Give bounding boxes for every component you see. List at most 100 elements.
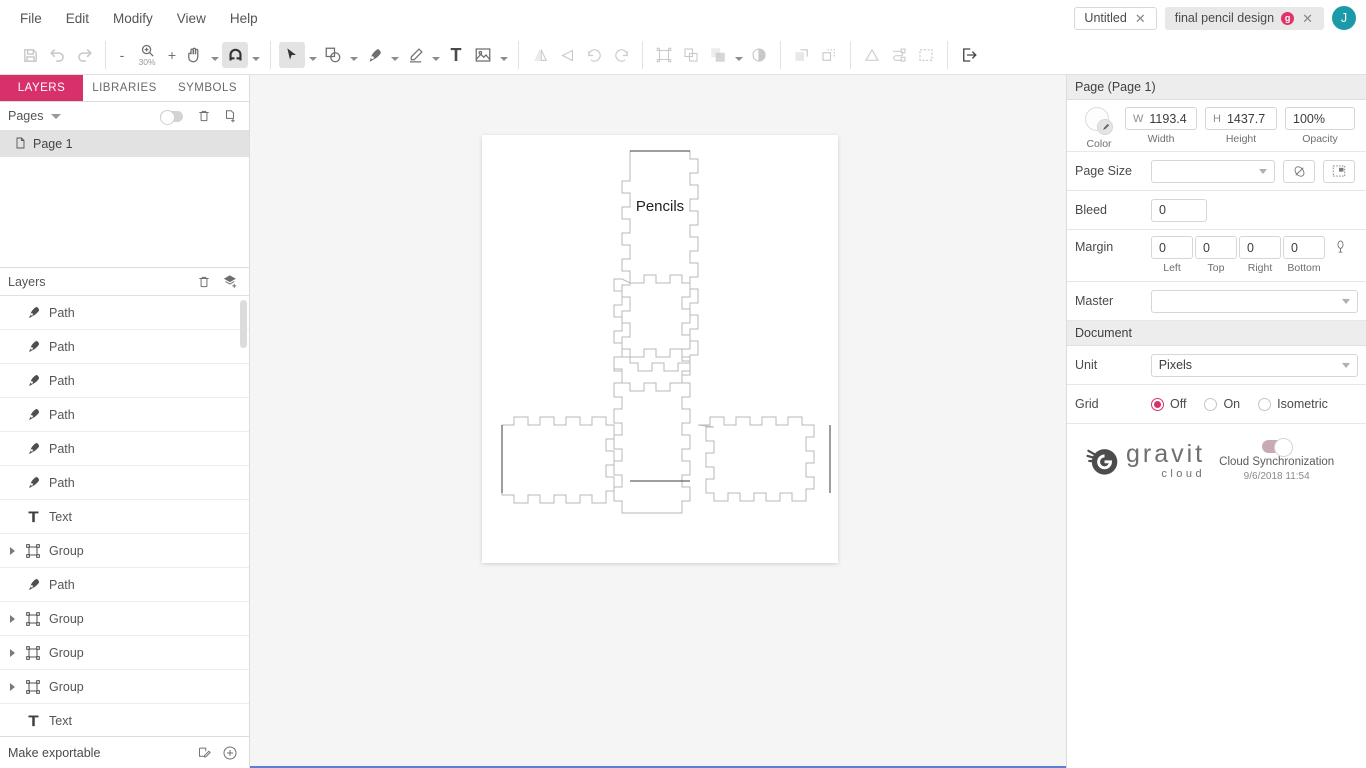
shape-icon[interactable] xyxy=(320,42,346,68)
pencil-dropdown-caret-icon[interactable] xyxy=(429,42,442,68)
pointer-icon[interactable] xyxy=(279,42,305,68)
flip-vertical-icon[interactable] xyxy=(554,42,580,68)
fit-to-selection-button[interactable] xyxy=(1323,159,1355,183)
page-size-select[interactable] xyxy=(1151,159,1275,183)
unit-select[interactable]: Pixels xyxy=(1150,353,1358,377)
grid-option-isometric[interactable]: Isometric xyxy=(1258,397,1328,411)
tab-untitled-close-icon[interactable]: ✕ xyxy=(1134,12,1147,25)
layer-row[interactable]: Text xyxy=(0,704,249,736)
page-orientation-button[interactable] xyxy=(1283,159,1315,183)
delete-layer-icon[interactable] xyxy=(193,271,215,293)
export-icon[interactable] xyxy=(956,42,982,68)
bring-forward-icon[interactable] xyxy=(789,42,815,68)
pen-dropdown-caret-icon[interactable] xyxy=(388,42,401,68)
margin-bottom-input[interactable]: 0 xyxy=(1283,236,1325,259)
cloud-sync-toggle[interactable] xyxy=(1261,438,1293,457)
text-tool-icon[interactable]: T xyxy=(443,42,469,68)
pen-icon[interactable] xyxy=(361,42,387,68)
page-color-control[interactable]: Color xyxy=(1075,107,1123,150)
rotate-ccw-icon[interactable] xyxy=(581,42,607,68)
grid-option-on[interactable]: On xyxy=(1204,397,1240,411)
expand-arrow-icon[interactable] xyxy=(4,614,20,623)
flip-horizontal-icon[interactable] xyxy=(527,42,553,68)
layer-row[interactable]: Path xyxy=(0,466,249,500)
link-icon[interactable] xyxy=(1333,236,1348,257)
menu-help[interactable]: Help xyxy=(220,6,268,31)
tab-symbols[interactable]: SYMBOLS xyxy=(166,75,249,101)
zoom-out-button[interactable]: - xyxy=(114,42,130,68)
menu-file[interactable]: File xyxy=(10,6,52,31)
layer-list[interactable]: Path Path Path Path Path Path Text Group Path Gro… xyxy=(0,296,249,736)
eyedropper-icon[interactable] xyxy=(1097,119,1113,135)
zoom-level-control[interactable]: 30% xyxy=(131,43,163,67)
snap-dropdown-caret-icon[interactable] xyxy=(249,42,262,68)
layer-row[interactable]: Group xyxy=(0,636,249,670)
layer-row[interactable]: Path xyxy=(0,296,249,330)
tab-libraries[interactable]: LIBRARIES xyxy=(83,75,166,101)
magnet-icon[interactable] xyxy=(222,42,248,68)
master-select[interactable] xyxy=(1150,289,1358,313)
margin-top-input[interactable]: 0 xyxy=(1195,236,1237,259)
zoom-in-button[interactable]: + xyxy=(164,42,180,68)
layer-row[interactable]: Path xyxy=(0,432,249,466)
tab-layers[interactable]: LAYERS xyxy=(0,75,83,101)
hand-icon[interactable] xyxy=(181,42,207,68)
image-icon[interactable] xyxy=(470,42,496,68)
layer-row[interactable]: Path xyxy=(0,398,249,432)
rotate-cw-icon[interactable] xyxy=(608,42,634,68)
slice-icon[interactable] xyxy=(913,42,939,68)
layer-row[interactable]: Path xyxy=(0,568,249,602)
layer-row[interactable]: Group xyxy=(0,534,249,568)
layer-row[interactable]: Group xyxy=(0,670,249,704)
image-dropdown-caret-icon[interactable] xyxy=(497,42,510,68)
tab-final-pencil-design-close-icon[interactable]: ✕ xyxy=(1301,12,1314,25)
color-swatch[interactable] xyxy=(1085,107,1113,135)
boolean-dropdown-caret-icon[interactable] xyxy=(732,42,745,68)
add-page-icon[interactable] xyxy=(219,105,241,127)
page-height-input[interactable]: H 1437.7 xyxy=(1205,107,1277,130)
layer-list-scrollbar[interactable] xyxy=(240,300,247,348)
pointer-dropdown-caret-icon[interactable] xyxy=(306,42,319,68)
canvas-area[interactable]: Pencils xyxy=(250,75,1066,768)
menu-view[interactable]: View xyxy=(167,6,216,31)
hand-dropdown-caret-icon[interactable] xyxy=(208,42,221,68)
mask-icon[interactable] xyxy=(746,42,772,68)
layer-row[interactable]: Group xyxy=(0,602,249,636)
layer-row[interactable]: Text xyxy=(0,500,249,534)
send-backward-icon[interactable] xyxy=(816,42,842,68)
page-opacity-input[interactable]: 100% xyxy=(1285,107,1355,130)
plus-circle-icon[interactable] xyxy=(219,742,241,764)
path-ops-icon[interactable] xyxy=(886,42,912,68)
tab-untitled[interactable]: Untitled ✕ xyxy=(1074,6,1157,30)
pencil-icon[interactable] xyxy=(402,42,428,68)
layer-row[interactable]: Path xyxy=(0,364,249,398)
redo-icon[interactable] xyxy=(71,42,97,68)
avatar[interactable]: J xyxy=(1332,6,1356,30)
tab-final-pencil-design[interactable]: final pencil design g ✕ xyxy=(1164,6,1324,30)
save-icon[interactable] xyxy=(17,42,43,68)
bleed-input[interactable]: 0 xyxy=(1151,198,1207,222)
shape-dropdown-caret-icon[interactable] xyxy=(347,42,360,68)
expand-arrow-icon[interactable] xyxy=(4,546,20,555)
grid-option-off[interactable]: Off xyxy=(1151,397,1186,411)
convert-to-path-icon[interactable] xyxy=(859,42,885,68)
pages-collapse-caret-icon[interactable] xyxy=(51,113,62,119)
margin-left-input[interactable]: 0 xyxy=(1151,236,1193,259)
group-icon[interactable] xyxy=(651,42,677,68)
ungroup-icon[interactable] xyxy=(678,42,704,68)
page-width-input[interactable]: W 1193.4 xyxy=(1125,107,1197,130)
delete-page-icon[interactable] xyxy=(193,105,215,127)
add-layer-icon[interactable] xyxy=(219,271,241,293)
margin-right-input[interactable]: 0 xyxy=(1239,236,1281,259)
menu-edit[interactable]: Edit xyxy=(56,6,99,31)
page-row-page-1[interactable]: Page 1 xyxy=(0,131,249,157)
undo-icon[interactable] xyxy=(44,42,70,68)
boolean-icon[interactable] xyxy=(705,42,731,68)
pages-visibility-toggle[interactable] xyxy=(160,109,183,125)
expand-arrow-icon[interactable] xyxy=(4,682,20,691)
layer-row[interactable]: Path xyxy=(0,330,249,364)
page-sheet[interactable]: Pencils xyxy=(482,135,838,563)
menu-modify[interactable]: Modify xyxy=(103,6,163,31)
expand-arrow-icon[interactable] xyxy=(4,648,20,657)
export-edit-icon[interactable] xyxy=(193,742,215,764)
